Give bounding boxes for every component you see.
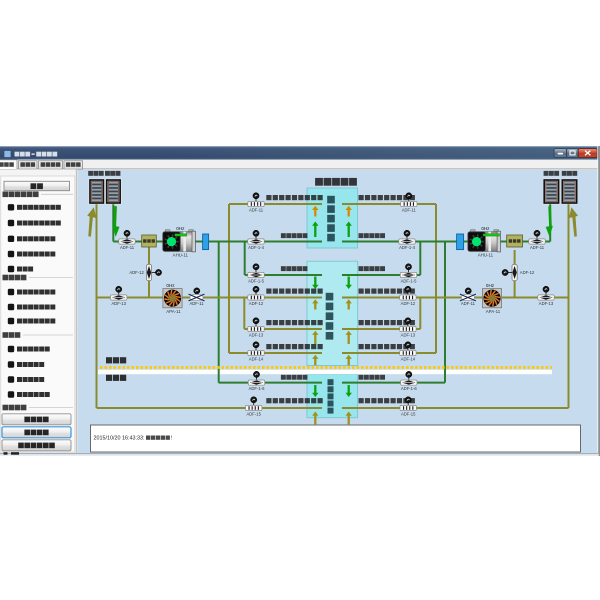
- svg-text:!: !: [171, 435, 172, 441]
- svg-text:ADF-14: ADF-14: [401, 357, 416, 362]
- svg-text:APA-11: APA-11: [166, 309, 181, 314]
- svg-text:ADF-1-6: ADF-1-6: [401, 386, 417, 391]
- svg-text:0Hz: 0Hz: [481, 226, 490, 231]
- svg-text:ADF-13: ADF-13: [249, 333, 264, 338]
- svg-text:ADF-1-6: ADF-1-6: [249, 386, 265, 391]
- svg-text:ADF-1-5: ADF-1-5: [248, 279, 264, 284]
- svg-text:ADF-15: ADF-15: [246, 412, 261, 417]
- svg-text:APA-11: APA-11: [486, 309, 501, 314]
- svg-text:ADF-1-4: ADF-1-4: [399, 245, 415, 250]
- svg-text:ADF-12: ADF-12: [520, 270, 535, 275]
- svg-text:0Hz: 0Hz: [166, 283, 175, 288]
- svg-text:ADF-11: ADF-11: [402, 208, 417, 213]
- svg-text:0Hz: 0Hz: [176, 226, 185, 231]
- svg-text:2015/10/20 16:43:33:: 2015/10/20 16:43:33:: [94, 436, 145, 442]
- svg-text:ADF-11: ADF-11: [530, 245, 545, 250]
- svg-text:ADF-15: ADF-15: [401, 412, 416, 417]
- svg-text:ADF-1-5: ADF-1-5: [401, 279, 417, 284]
- svg-text:ADF-12: ADF-12: [401, 301, 416, 306]
- svg-text:ADF-14: ADF-14: [249, 357, 264, 362]
- svg-text:ADF-11: ADF-11: [120, 245, 135, 250]
- svg-text:ADF-1-4: ADF-1-4: [248, 245, 264, 250]
- svg-text:ADF-12: ADF-12: [249, 301, 264, 306]
- svg-text:AHU-11: AHU-11: [478, 252, 494, 257]
- svg-text:ADF-11: ADF-11: [249, 208, 264, 213]
- svg-text:ADF-11: ADF-11: [189, 301, 204, 306]
- svg-text:AHU-11: AHU-11: [173, 252, 189, 257]
- svg-text:ADF-12: ADF-12: [129, 270, 144, 275]
- svg-text:0Hz: 0Hz: [486, 283, 495, 288]
- svg-text:ADF-13: ADF-13: [111, 301, 126, 306]
- svg-text:ADF-11: ADF-11: [461, 301, 476, 306]
- svg-text:ADF-13: ADF-13: [539, 301, 554, 306]
- svg-text:ADF-13: ADF-13: [401, 333, 416, 338]
